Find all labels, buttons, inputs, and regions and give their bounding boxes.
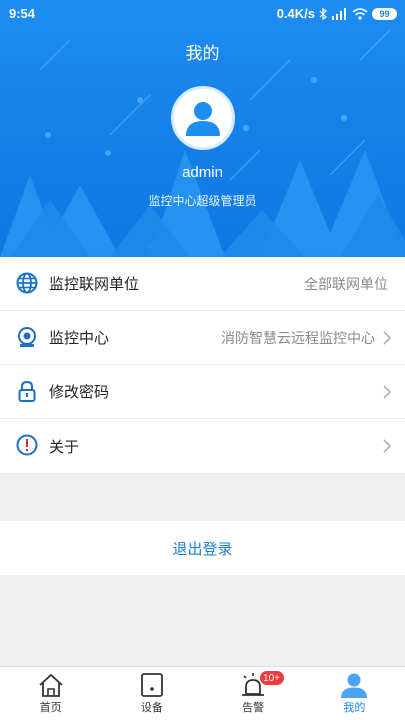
tab-home[interactable]: 首页 (0, 667, 101, 720)
username: admin (182, 164, 223, 181)
menu-item-label: 监控联网单位 (49, 275, 140, 293)
tab-label: 首页 (39, 701, 62, 714)
alarm-count-badge: 10+ (258, 670, 285, 686)
user-role: 监控中心超级管理员 (148, 194, 257, 208)
menu-list: 监控联网单位 全部联网单位 监控中心 消防智慧云远程监控中心 修改密码 关于 (0, 257, 405, 473)
menu-item-value: 全部联网单位 (304, 276, 388, 293)
tab-bar: 首页 设备 10+ 告警 我的 (0, 666, 405, 720)
tab-label: 告警 (242, 701, 265, 714)
menu-item-value: 消防智慧云远程监控中心 (221, 330, 375, 347)
network-speed: 0.4K/s (276, 6, 315, 21)
menu-item-monitoring-center[interactable]: 监控中心 消防智慧云远程监控中心 (0, 311, 405, 365)
user-avatar-icon (186, 102, 220, 136)
chevron-right-icon (383, 439, 392, 453)
status-time: 9:54 (9, 6, 36, 21)
menu-item-label: 监控中心 (49, 329, 110, 347)
wifi-icon (352, 7, 368, 20)
user-icon (341, 673, 368, 698)
device-icon (140, 673, 163, 697)
bluetooth-icon (319, 7, 327, 20)
chevron-right-icon (383, 331, 392, 345)
tab-label: 设备 (140, 701, 163, 714)
avatar[interactable] (171, 86, 235, 150)
page-title: 我的 (185, 44, 220, 64)
chevron-right-icon (383, 385, 392, 399)
status-indicators: 0.4K/s 99 (277, 6, 397, 21)
lock-icon (18, 380, 36, 402)
camera-icon (18, 327, 36, 347)
menu-item-label: 修改密码 (49, 383, 110, 401)
tab-devices[interactable]: 设备 (101, 667, 202, 720)
tab-me[interactable]: 我的 (304, 667, 405, 720)
menu-item-monitored-units[interactable]: 监控联网单位 全部联网单位 (0, 257, 405, 311)
tab-alarms[interactable]: 10+ 告警 (203, 667, 304, 720)
battery-icon: 99 (372, 7, 397, 20)
status-bar: 9:54 0.4K/s 99 (0, 0, 405, 28)
profile-header: 9:54 0.4K/s 99 我的 admin 监控中心超级管理员 (0, 0, 405, 257)
menu-item-label: 关于 (49, 437, 80, 456)
signal-icon (332, 7, 346, 20)
globe-icon (16, 272, 38, 294)
logout-button[interactable]: 退出登录 (0, 521, 405, 575)
menu-item-about[interactable]: 关于 (0, 419, 405, 473)
tab-label: 我的 (343, 701, 366, 714)
info-icon (16, 434, 38, 456)
home-icon (39, 673, 63, 697)
menu-item-change-password[interactable]: 修改密码 (0, 365, 405, 419)
